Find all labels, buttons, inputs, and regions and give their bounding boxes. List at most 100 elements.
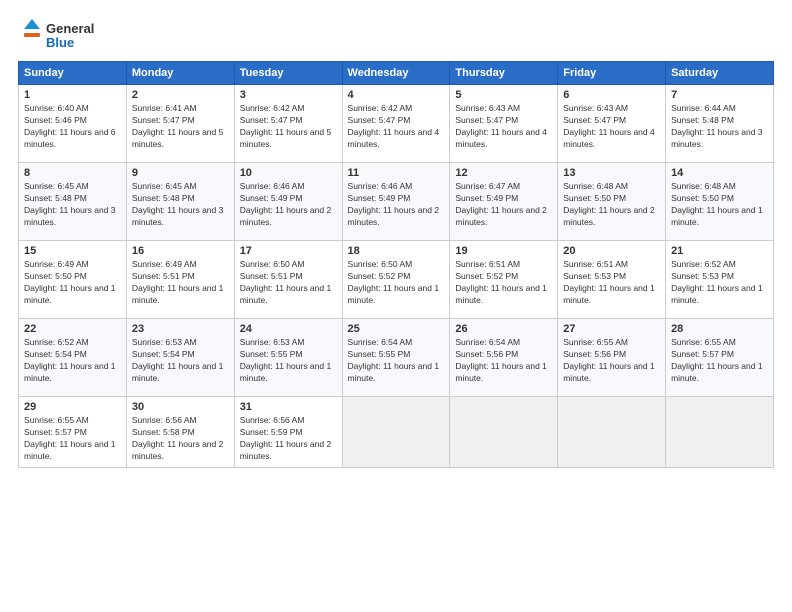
day-number: 12	[455, 167, 552, 179]
calendar-cell: 17 Sunrise: 6:50 AMSunset: 5:51 PMDayligh…	[234, 241, 342, 319]
calendar-cell: 18 Sunrise: 6:50 AMSunset: 5:52 PMDayligh…	[342, 241, 450, 319]
day-info: Sunrise: 6:56 AMSunset: 5:58 PMDaylight:…	[132, 415, 229, 463]
day-info: Sunrise: 6:54 AMSunset: 5:56 PMDaylight:…	[455, 337, 552, 385]
calendar-cell: 9 Sunrise: 6:45 AMSunset: 5:48 PMDaylight…	[126, 163, 234, 241]
day-number: 6	[563, 89, 660, 101]
calendar-table: SundayMondayTuesdayWednesdayThursdayFrid…	[18, 61, 774, 468]
calendar-cell: 19 Sunrise: 6:51 AMSunset: 5:52 PMDayligh…	[450, 241, 558, 319]
calendar-week-2: 8 Sunrise: 6:45 AMSunset: 5:48 PMDaylight…	[19, 163, 774, 241]
calendar-week-4: 22Sunrise: 6:52 AMSunset: 5:54 PMDayligh…	[19, 319, 774, 397]
day-info: Sunrise: 6:53 AMSunset: 5:54 PMDaylight:…	[132, 337, 229, 385]
calendar-cell: 20Sunrise: 6:51 AMSunset: 5:53 PMDayligh…	[558, 241, 666, 319]
day-info: Sunrise: 6:42 AMSunset: 5:47 PMDaylight:…	[348, 103, 445, 151]
day-info: Sunrise: 6:48 AMSunset: 5:50 PMDaylight:…	[671, 181, 768, 229]
day-info: Sunrise: 6:51 AMSunset: 5:53 PMDaylight:…	[563, 259, 660, 307]
day-info: Sunrise: 6:49 AMSunset: 5:50 PMDaylight:…	[24, 259, 121, 307]
calendar-week-5: 29Sunrise: 6:55 AMSunset: 5:57 PMDayligh…	[19, 397, 774, 468]
day-number: 23	[132, 323, 229, 335]
day-number: 30	[132, 401, 229, 413]
day-info: Sunrise: 6:50 AMSunset: 5:51 PMDaylight:…	[240, 259, 337, 307]
day-number: 3	[240, 89, 337, 101]
calendar-cell: 5 Sunrise: 6:43 AMSunset: 5:47 PMDaylight…	[450, 85, 558, 163]
day-info: Sunrise: 6:43 AMSunset: 5:47 PMDaylight:…	[455, 103, 552, 151]
calendar-cell: 14 Sunrise: 6:48 AMSunset: 5:50 PMDayligh…	[666, 163, 774, 241]
day-number: 18	[348, 245, 445, 257]
calendar-week-3: 15Sunrise: 6:49 AMSunset: 5:50 PMDayligh…	[19, 241, 774, 319]
calendar-cell: 28Sunrise: 6:55 AMSunset: 5:57 PMDayligh…	[666, 319, 774, 397]
calendar-cell: 2 Sunrise: 6:41 AMSunset: 5:47 PMDaylight…	[126, 85, 234, 163]
day-info: Sunrise: 6:40 AMSunset: 5:46 PMDaylight:…	[24, 103, 121, 151]
day-number: 14	[671, 167, 768, 179]
day-info: Sunrise: 6:47 AMSunset: 5:49 PMDaylight:…	[455, 181, 552, 229]
col-header-tuesday: Tuesday	[234, 62, 342, 85]
day-info: Sunrise: 6:52 AMSunset: 5:54 PMDaylight:…	[24, 337, 121, 385]
calendar-cell: 29Sunrise: 6:55 AMSunset: 5:57 PMDayligh…	[19, 397, 127, 468]
day-number: 19	[455, 245, 552, 257]
day-number: 26	[455, 323, 552, 335]
calendar-cell: 13 Sunrise: 6:48 AMSunset: 5:50 PMDayligh…	[558, 163, 666, 241]
calendar-cell: 3 Sunrise: 6:42 AMSunset: 5:47 PMDaylight…	[234, 85, 342, 163]
day-number: 5	[455, 89, 552, 101]
calendar-header-row: SundayMondayTuesdayWednesdayThursdayFrid…	[19, 62, 774, 85]
day-number: 16	[132, 245, 229, 257]
col-header-friday: Friday	[558, 62, 666, 85]
day-number: 11	[348, 167, 445, 179]
day-number: 29	[24, 401, 121, 413]
logo-svg: General Blue	[18, 15, 108, 53]
logo: General Blue	[18, 15, 108, 53]
day-info: Sunrise: 6:49 AMSunset: 5:51 PMDaylight:…	[132, 259, 229, 307]
calendar-cell	[342, 397, 450, 468]
calendar-cell: 31Sunrise: 6:56 AMSunset: 5:59 PMDayligh…	[234, 397, 342, 468]
calendar-cell	[666, 397, 774, 468]
day-info: Sunrise: 6:48 AMSunset: 5:50 PMDaylight:…	[563, 181, 660, 229]
calendar-cell: 15Sunrise: 6:49 AMSunset: 5:50 PMDayligh…	[19, 241, 127, 319]
calendar-cell: 23 Sunrise: 6:53 AMSunset: 5:54 PMDayligh…	[126, 319, 234, 397]
calendar-cell: 26 Sunrise: 6:54 AMSunset: 5:56 PMDayligh…	[450, 319, 558, 397]
day-number: 1	[24, 89, 121, 101]
day-number: 8	[24, 167, 121, 179]
day-info: Sunrise: 6:53 AMSunset: 5:55 PMDaylight:…	[240, 337, 337, 385]
calendar-cell: 4Sunrise: 6:42 AMSunset: 5:47 PMDaylight…	[342, 85, 450, 163]
header: General Blue	[18, 15, 774, 53]
day-info: Sunrise: 6:45 AMSunset: 5:48 PMDaylight:…	[24, 181, 121, 229]
calendar-cell: 12 Sunrise: 6:47 AMSunset: 5:49 PMDayligh…	[450, 163, 558, 241]
day-number: 27	[563, 323, 660, 335]
day-info: Sunrise: 6:42 AMSunset: 5:47 PMDaylight:…	[240, 103, 337, 151]
day-info: Sunrise: 6:44 AMSunset: 5:48 PMDaylight:…	[671, 103, 768, 151]
calendar-cell: 30 Sunrise: 6:56 AMSunset: 5:58 PMDayligh…	[126, 397, 234, 468]
day-number: 10	[240, 167, 337, 179]
calendar-cell: 7 Sunrise: 6:44 AMSunset: 5:48 PMDaylight…	[666, 85, 774, 163]
day-info: Sunrise: 6:54 AMSunset: 5:55 PMDaylight:…	[348, 337, 445, 385]
day-info: Sunrise: 6:50 AMSunset: 5:52 PMDaylight:…	[348, 259, 445, 307]
day-info: Sunrise: 6:43 AMSunset: 5:47 PMDaylight:…	[563, 103, 660, 151]
calendar-cell: 6 Sunrise: 6:43 AMSunset: 5:47 PMDaylight…	[558, 85, 666, 163]
calendar-cell: 22Sunrise: 6:52 AMSunset: 5:54 PMDayligh…	[19, 319, 127, 397]
day-number: 28	[671, 323, 768, 335]
day-number: 25	[348, 323, 445, 335]
calendar-cell: 25 Sunrise: 6:54 AMSunset: 5:55 PMDayligh…	[342, 319, 450, 397]
day-number: 13	[563, 167, 660, 179]
day-info: Sunrise: 6:56 AMSunset: 5:59 PMDaylight:…	[240, 415, 337, 463]
col-header-thursday: Thursday	[450, 62, 558, 85]
calendar-cell: 1 Sunrise: 6:40 AMSunset: 5:46 PMDaylight…	[19, 85, 127, 163]
calendar-cell	[558, 397, 666, 468]
day-info: Sunrise: 6:45 AMSunset: 5:48 PMDaylight:…	[132, 181, 229, 229]
calendar-cell: 8 Sunrise: 6:45 AMSunset: 5:48 PMDaylight…	[19, 163, 127, 241]
day-number: 17	[240, 245, 337, 257]
calendar-cell: 11 Sunrise: 6:46 AMSunset: 5:49 PMDayligh…	[342, 163, 450, 241]
day-number: 7	[671, 89, 768, 101]
day-number: 24	[240, 323, 337, 335]
day-info: Sunrise: 6:41 AMSunset: 5:47 PMDaylight:…	[132, 103, 229, 151]
svg-text:Blue: Blue	[46, 35, 74, 50]
calendar-cell	[450, 397, 558, 468]
day-number: 2	[132, 89, 229, 101]
day-info: Sunrise: 6:46 AMSunset: 5:49 PMDaylight:…	[240, 181, 337, 229]
day-info: Sunrise: 6:51 AMSunset: 5:52 PMDaylight:…	[455, 259, 552, 307]
day-info: Sunrise: 6:46 AMSunset: 5:49 PMDaylight:…	[348, 181, 445, 229]
day-number: 9	[132, 167, 229, 179]
day-info: Sunrise: 6:55 AMSunset: 5:56 PMDaylight:…	[563, 337, 660, 385]
col-header-saturday: Saturday	[666, 62, 774, 85]
page: General Blue SundayMondayTuesdayWednesda…	[0, 0, 792, 612]
calendar-cell: 10 Sunrise: 6:46 AMSunset: 5:49 PMDayligh…	[234, 163, 342, 241]
col-header-monday: Monday	[126, 62, 234, 85]
